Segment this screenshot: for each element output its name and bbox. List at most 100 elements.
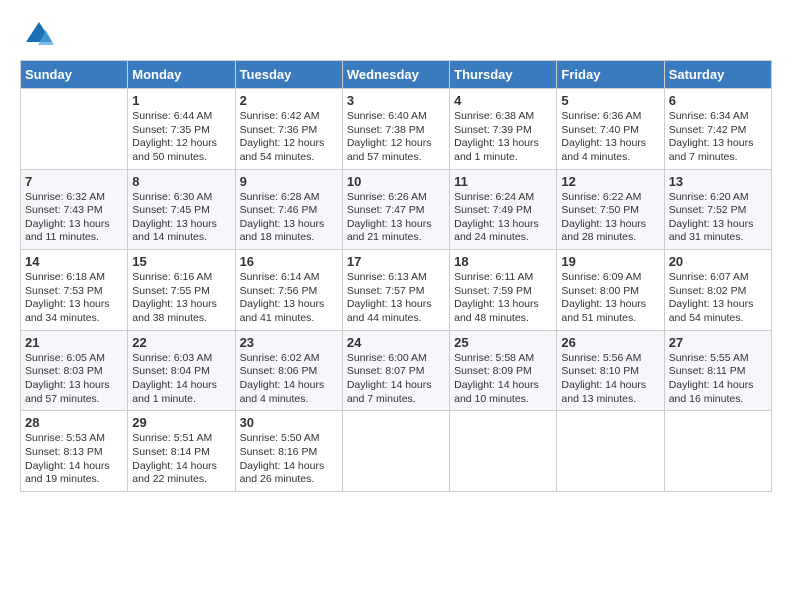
calendar-cell: 6 Sunrise: 6:34 AMSunset: 7:42 PMDaylight… [664,89,771,170]
calendar-table: SundayMondayTuesdayWednesdayThursdayFrid… [20,60,772,492]
cell-info: Sunset: 8:06 PM [240,365,338,379]
cell-info: Sunset: 7:36 PM [240,124,338,138]
calendar-cell: 10Sunrise: 6:26 AMSunset: 7:47 PMDayligh… [342,169,449,250]
cell-info: and 21 minutes. [347,231,445,245]
calendar-cell: 1Sunrise: 6:44 AMSunset: 7:35 PMDaylight… [128,89,235,170]
cell-info: Sunset: 7:42 PM [669,124,767,138]
calendar-week-row: 21Sunrise: 6:05 AMSunset: 8:03 PMDayligh… [21,330,772,411]
cell-info: Sunset: 7:45 PM [132,204,230,218]
cell-info: Sunset: 8:07 PM [347,365,445,379]
cell-info: and 4 minutes. [561,151,659,165]
cell-info: Sunset: 8:03 PM [25,365,123,379]
cell-info: Daylight: 12 hours [347,137,445,151]
cell-info: Sunset: 7:43 PM [25,204,123,218]
cell-info: Sunset: 8:11 PM [669,365,767,379]
calendar-cell: 15Sunrise: 6:16 AMSunset: 7:55 PMDayligh… [128,250,235,331]
cell-info: Daylight: 13 hours [347,298,445,312]
cell-info: Daylight: 14 hours [561,379,659,393]
calendar-cell: 11Sunrise: 6:24 AMSunset: 7:49 PMDayligh… [450,169,557,250]
calendar-cell: 24Sunrise: 6:00 AMSunset: 8:07 PMDayligh… [342,330,449,411]
cell-info: and 57 minutes. [347,151,445,165]
cell-info: Sunset: 8:00 PM [561,285,659,299]
cell-info: Sunset: 8:09 PM [454,365,552,379]
cell-info: and 1 minute. [132,393,230,407]
cell-info: Sunrise: 6:22 AM [561,191,659,205]
day-number: 10 [347,174,445,189]
cell-info: Sunrise: 5:50 AM [240,432,338,446]
day-number: 2 [240,93,338,108]
weekday-header: Monday [128,61,235,89]
calendar-cell [450,411,557,492]
weekday-header: Tuesday [235,61,342,89]
cell-info: Daylight: 13 hours [454,218,552,232]
cell-info: Sunset: 7:35 PM [132,124,230,138]
cell-info: and 7 minutes. [669,151,767,165]
cell-info: and 38 minutes. [132,312,230,326]
calendar-cell: 3Sunrise: 6:40 AMSunset: 7:38 PMDaylight… [342,89,449,170]
cell-info: Daylight: 13 hours [25,298,123,312]
cell-info: Sunset: 7:59 PM [454,285,552,299]
cell-info: Daylight: 13 hours [454,137,552,151]
cell-info: and 48 minutes. [454,312,552,326]
cell-info: Sunrise: 6:30 AM [132,191,230,205]
cell-info: and 28 minutes. [561,231,659,245]
cell-info: Sunset: 8:14 PM [132,446,230,460]
cell-info: and 13 minutes. [561,393,659,407]
weekday-header: Friday [557,61,664,89]
cell-info: Sunrise: 6:03 AM [132,352,230,366]
cell-info: Daylight: 13 hours [240,298,338,312]
calendar-cell: 25Sunrise: 5:58 AMSunset: 8:09 PMDayligh… [450,330,557,411]
calendar-cell: 16Sunrise: 6:14 AMSunset: 7:56 PMDayligh… [235,250,342,331]
cell-info: and 26 minutes. [240,473,338,487]
cell-info: and 54 minutes. [669,312,767,326]
cell-info: Daylight: 14 hours [454,379,552,393]
cell-info: Daylight: 13 hours [669,218,767,232]
day-number: 3 [347,93,445,108]
cell-info: Daylight: 13 hours [561,298,659,312]
cell-info: Daylight: 14 hours [132,460,230,474]
calendar-cell: 28Sunrise: 5:53 AMSunset: 8:13 PMDayligh… [21,411,128,492]
cell-info: and 10 minutes. [454,393,552,407]
cell-info: and 51 minutes. [561,312,659,326]
cell-info: Sunrise: 6:38 AM [454,110,552,124]
calendar-cell: 8Sunrise: 6:30 AMSunset: 7:45 PMDaylight… [128,169,235,250]
calendar-cell [664,411,771,492]
cell-info: Sunset: 7:50 PM [561,204,659,218]
day-number: 17 [347,254,445,269]
cell-info: Sunrise: 6:34 AM [669,110,767,124]
cell-info: Sunset: 7:53 PM [25,285,123,299]
page-header [20,20,772,50]
day-number: 4 [454,93,552,108]
day-number: 14 [25,254,123,269]
day-number: 25 [454,335,552,350]
calendar-cell: 7Sunrise: 6:32 AMSunset: 7:43 PMDaylight… [21,169,128,250]
calendar-cell: 5Sunrise: 6:36 AMSunset: 7:40 PMDaylight… [557,89,664,170]
day-number: 28 [25,415,123,430]
cell-info: and 14 minutes. [132,231,230,245]
cell-info: Daylight: 13 hours [669,137,767,151]
cell-info: and 54 minutes. [240,151,338,165]
cell-info: Daylight: 13 hours [132,298,230,312]
cell-info: and 16 minutes. [669,393,767,407]
cell-info: Daylight: 13 hours [25,218,123,232]
day-number: 19 [561,254,659,269]
calendar-cell: 2Sunrise: 6:42 AMSunset: 7:36 PMDaylight… [235,89,342,170]
day-number: 9 [240,174,338,189]
cell-info: Daylight: 14 hours [132,379,230,393]
cell-info: Sunrise: 6:24 AM [454,191,552,205]
logo-icon [24,20,54,50]
cell-info: and 34 minutes. [25,312,123,326]
day-number: 21 [25,335,123,350]
cell-info: Sunrise: 6:40 AM [347,110,445,124]
day-number: 5 [561,93,659,108]
cell-info: Sunset: 7:57 PM [347,285,445,299]
day-number: 6 [669,93,767,108]
calendar-cell [342,411,449,492]
calendar-cell: 4Sunrise: 6:38 AMSunset: 7:39 PMDaylight… [450,89,557,170]
cell-info: and 7 minutes. [347,393,445,407]
cell-info: Sunrise: 6:13 AM [347,271,445,285]
cell-info: Daylight: 13 hours [561,218,659,232]
calendar-cell: 14Sunrise: 6:18 AMSunset: 7:53 PMDayligh… [21,250,128,331]
weekday-header: Wednesday [342,61,449,89]
cell-info: and 22 minutes. [132,473,230,487]
